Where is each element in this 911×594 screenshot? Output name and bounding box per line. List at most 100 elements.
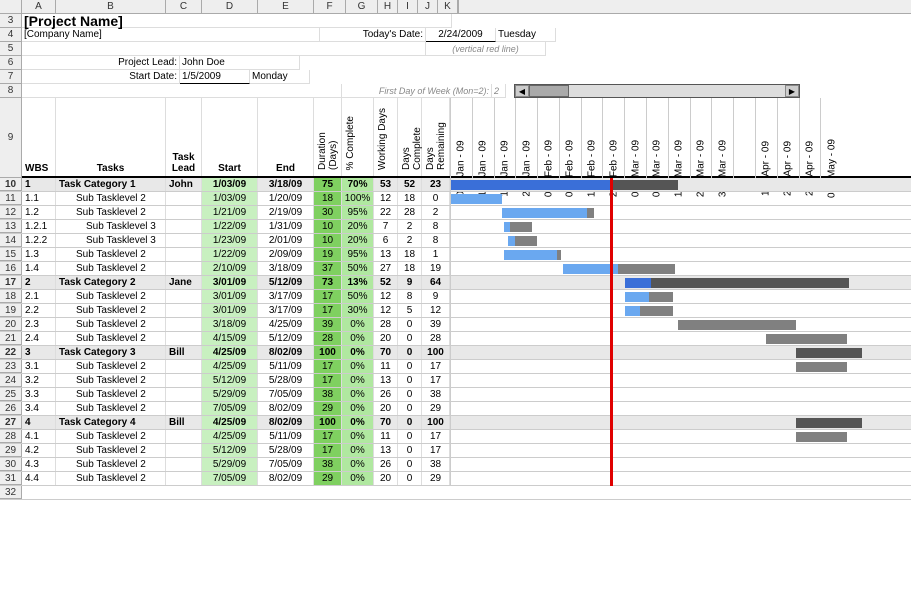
cell-start[interactable]: 1/23/09 (202, 234, 258, 247)
table-row[interactable]: 304.3Sub Tasklevel 25/29/097/05/09380%26… (0, 458, 911, 472)
scroll-left-icon[interactable]: ◀ (515, 85, 529, 97)
cell-wd[interactable]: 26 (374, 388, 398, 401)
row-number[interactable]: 13 (0, 220, 22, 233)
row-number[interactable]: 22 (0, 346, 22, 359)
cell-wbs[interactable]: 4.2 (22, 444, 56, 457)
cell-dr[interactable]: 8 (422, 234, 450, 247)
cell-lead[interactable] (166, 220, 202, 233)
cell-wbs[interactable]: 1.2 (22, 206, 56, 219)
first-day-value[interactable]: 2 (492, 84, 506, 98)
cell-dc[interactable]: 0 (398, 374, 422, 387)
cell-lead[interactable] (166, 192, 202, 205)
cell-dr[interactable]: 8 (422, 220, 450, 233)
table-row[interactable]: 111.1Sub Tasklevel 21/03/091/20/0918100%… (0, 192, 911, 206)
cell-duration[interactable]: 100 (314, 416, 342, 429)
column-header-B[interactable]: B (56, 0, 166, 13)
col-header-tasks[interactable]: Tasks (56, 98, 166, 176)
cell-dr[interactable]: 28 (422, 332, 450, 345)
cell-dc[interactable]: 0 (398, 346, 422, 359)
cell-wbs[interactable]: 4 (22, 416, 56, 429)
table-row[interactable]: 161.4Sub Tasklevel 22/10/093/18/093750%2… (0, 262, 911, 276)
cell-start[interactable]: 5/29/09 (202, 458, 258, 471)
cell-dr[interactable]: 64 (422, 276, 450, 289)
cell-wd[interactable]: 20 (374, 332, 398, 345)
cell-end[interactable]: 3/17/09 (258, 290, 314, 303)
col-header-end[interactable]: End (258, 98, 314, 176)
cell-wd[interactable]: 70 (374, 416, 398, 429)
cell-lead[interactable] (166, 472, 202, 485)
cell-end[interactable]: 7/05/09 (258, 458, 314, 471)
cell-end[interactable]: 7/05/09 (258, 388, 314, 401)
table-row[interactable]: 243.2Sub Tasklevel 25/12/095/28/09170%13… (0, 374, 911, 388)
cell-pct[interactable]: 0% (342, 444, 374, 457)
cell-start[interactable]: 4/25/09 (202, 346, 258, 359)
cell-dc[interactable]: 0 (398, 402, 422, 415)
cell-duration[interactable]: 29 (314, 402, 342, 415)
cell-start[interactable]: 1/22/09 (202, 220, 258, 233)
cell-dc[interactable]: 0 (398, 332, 422, 345)
cell-dr[interactable]: 17 (422, 444, 450, 457)
cell-duration[interactable]: 10 (314, 220, 342, 233)
cell-start[interactable]: 2/10/09 (202, 262, 258, 275)
row-number[interactable]: 26 (0, 402, 22, 415)
cell-end[interactable]: 1/31/09 (258, 220, 314, 233)
cell-wbs[interactable]: 2.1 (22, 290, 56, 303)
timeline-scrollbar[interactable]: ◀ ▶ (514, 84, 800, 98)
column-header-I[interactable]: I (398, 0, 418, 13)
cell-dc[interactable]: 18 (398, 262, 422, 275)
table-row[interactable]: 233.1Sub Tasklevel 24/25/095/11/09170%11… (0, 360, 911, 374)
col-header-dc[interactable]: Days Complete (398, 98, 422, 176)
table-row[interactable]: 182.1Sub Tasklevel 23/01/093/17/091750%1… (0, 290, 911, 304)
project-lead-cell[interactable]: John Doe (180, 56, 300, 70)
cell-dr[interactable]: 1 (422, 248, 450, 261)
cell-lead[interactable]: Jane (166, 276, 202, 289)
cell-dr[interactable]: 19 (422, 262, 450, 275)
cell-lead[interactable] (166, 388, 202, 401)
cell-task[interactable]: Task Category 4 (56, 416, 166, 429)
cell-end[interactable]: 5/28/09 (258, 374, 314, 387)
cell-wbs[interactable]: 1.2.1 (22, 220, 56, 233)
cell-start[interactable]: 4/25/09 (202, 360, 258, 373)
cell-lead[interactable] (166, 304, 202, 317)
cell-pct[interactable]: 95% (342, 248, 374, 261)
column-header-J[interactable]: J (418, 0, 438, 13)
cell-dr[interactable]: 2 (422, 206, 450, 219)
timeline-date[interactable]: 30 - Mar - 09 (711, 98, 733, 178)
cell-task[interactable]: Sub Tasklevel 2 (56, 332, 166, 345)
corner-cell[interactable] (0, 0, 22, 13)
cell-dc[interactable]: 0 (398, 318, 422, 331)
cell-task[interactable]: Sub Tasklevel 2 (56, 304, 166, 317)
cell-end[interactable]: 5/12/09 (258, 332, 314, 345)
col-header-dr[interactable]: Days Remaining (422, 98, 450, 176)
row-number[interactable]: 12 (0, 206, 22, 219)
cell-dr[interactable]: 29 (422, 402, 450, 415)
timeline-date[interactable]: 09 - Mar - 09 (646, 98, 668, 178)
table-row[interactable]: 131.2.1Sub Tasklevel 31/22/091/31/091020… (0, 220, 911, 234)
cell-dc[interactable]: 0 (398, 472, 422, 485)
cell-dr[interactable]: 9 (422, 290, 450, 303)
cell-wbs[interactable]: 3 (22, 346, 56, 359)
cell-end[interactable]: 4/25/09 (258, 318, 314, 331)
cell-dc[interactable]: 8 (398, 290, 422, 303)
cell-pct[interactable]: 0% (342, 318, 374, 331)
cell-lead[interactable] (166, 318, 202, 331)
column-header-D[interactable]: D (202, 0, 258, 13)
cell-wd[interactable]: 11 (374, 430, 398, 443)
cell-wbs[interactable]: 2.4 (22, 332, 56, 345)
timeline-date[interactable]: 16 - Mar - 09 (668, 98, 690, 178)
cell-dr[interactable]: 38 (422, 388, 450, 401)
project-name-cell[interactable]: [Project Name] (22, 14, 452, 28)
cell-duration[interactable]: 17 (314, 304, 342, 317)
row-number[interactable]: 32 (0, 486, 22, 499)
cell-duration[interactable]: 17 (314, 360, 342, 373)
cell-task[interactable]: Sub Tasklevel 2 (56, 388, 166, 401)
row-number[interactable]: 5 (0, 42, 22, 56)
cell-wd[interactable]: 53 (374, 178, 398, 191)
row-number[interactable]: 14 (0, 234, 22, 247)
row-number[interactable]: 19 (0, 304, 22, 317)
cell-lead[interactable] (166, 360, 202, 373)
cell-task[interactable]: Sub Tasklevel 2 (56, 360, 166, 373)
cell-end[interactable]: 5/11/09 (258, 430, 314, 443)
timeline-date[interactable]: 12 - Jan - 09 (472, 98, 494, 178)
todays-date-cell[interactable]: 2/24/2009 (426, 28, 496, 42)
